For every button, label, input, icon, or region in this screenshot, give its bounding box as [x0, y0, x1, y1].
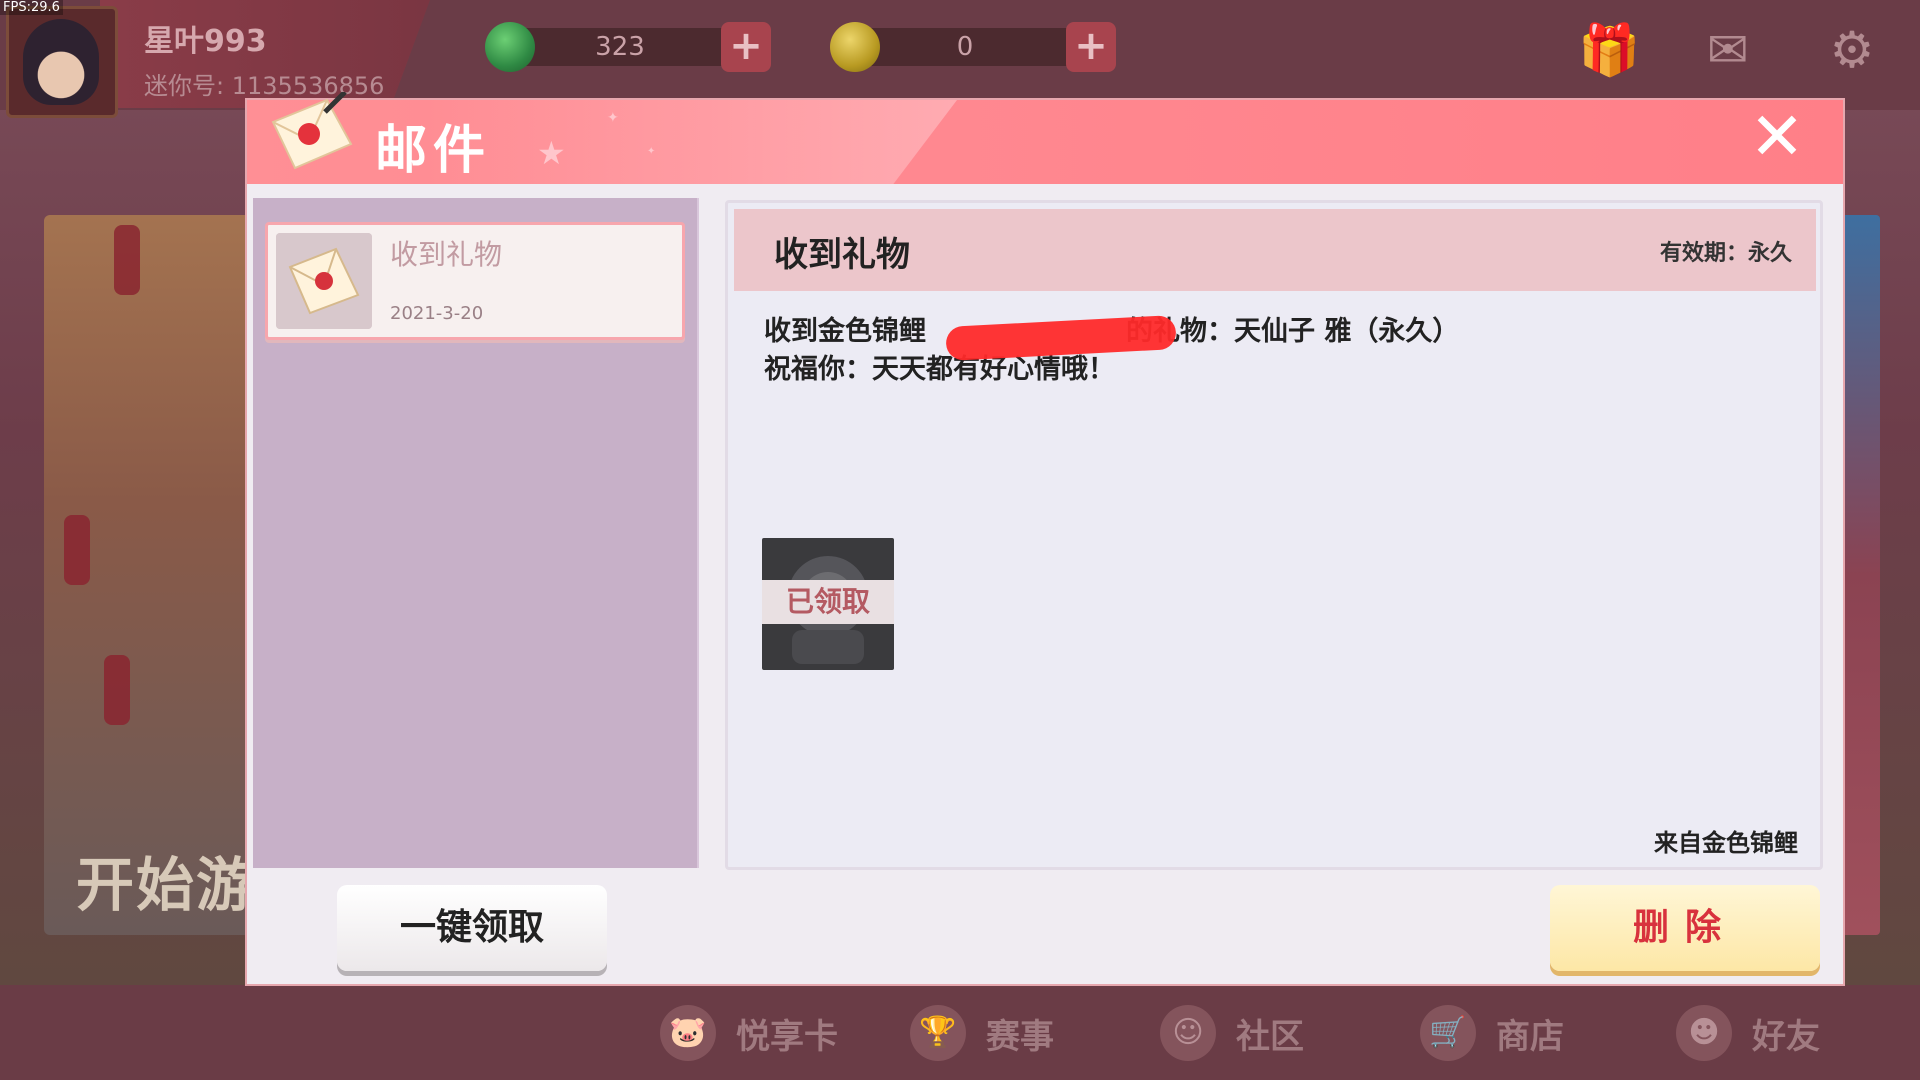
- player-name: 星叶993: [144, 24, 267, 59]
- nav-item-friends[interactable]: ☻ 好友: [1676, 1003, 1820, 1063]
- line1-suffix: 的礼物：天仙子 雅（永久）: [1126, 316, 1460, 347]
- bean-icon: [485, 22, 535, 72]
- reward-status-label: 已领取: [762, 580, 894, 624]
- add-coin-button[interactable]: +: [1066, 22, 1116, 72]
- bean-count: 323: [595, 32, 645, 62]
- coin-count: 0: [956, 32, 974, 62]
- nav-label: 悦享卡: [736, 1016, 838, 1057]
- gift-icon[interactable]: 🎁: [1578, 22, 1640, 78]
- validity-value: 永久: [1747, 241, 1792, 266]
- mail-item-date: 2021-3-20: [390, 303, 484, 324]
- avatar[interactable]: [6, 6, 118, 118]
- nav-label: 好友: [1752, 1016, 1820, 1057]
- mail-dialog: ★ ✦ ✦ 邮件 ✕ 收到礼物 2021-3-20 一键领取 收到礼物 有效期：: [245, 92, 1845, 986]
- star-decoration-icon: ✦: [607, 110, 619, 126]
- star-decoration-icon: ✦: [647, 146, 656, 157]
- nav-item-shop[interactable]: 🛒 商店: [1420, 1003, 1564, 1063]
- dialog-header: ★ ✦ ✦ 邮件 ✕: [247, 92, 1843, 184]
- validity-label: 有效期：: [1659, 241, 1748, 266]
- mail-item-title: 收到礼物: [390, 238, 503, 271]
- trophy-icon: 🏆: [910, 1005, 966, 1061]
- add-bean-button[interactable]: +: [721, 22, 771, 72]
- mail-body-line2: 祝福你：天天都有好心情哦！: [764, 354, 1115, 385]
- background-banner-art: [44, 215, 274, 935]
- bottom-nav: 🐷 悦享卡 🏆 赛事 ☺ 社区 🛒 商店 ☻ 好友: [0, 985, 1920, 1080]
- mail-list: 收到礼物 2021-3-20: [253, 198, 699, 868]
- gear-icon[interactable]: ⚙: [1824, 22, 1880, 78]
- close-button[interactable]: ✕: [1747, 104, 1807, 170]
- tassel-decoration: [64, 515, 90, 585]
- nav-label: 社区: [1236, 1016, 1304, 1057]
- nav-item-community[interactable]: ☺ 社区: [1160, 1003, 1304, 1063]
- delete-button[interactable]: 删除: [1550, 885, 1820, 971]
- tassel-decoration: [114, 225, 140, 295]
- envelope-icon: [271, 92, 353, 170]
- dialog-title: 邮件: [375, 121, 492, 181]
- mail-icon[interactable]: ✉: [1700, 22, 1756, 78]
- coin-icon: [830, 22, 880, 72]
- avatar-face-icon: [23, 19, 99, 105]
- line1-prefix: 收到金色锦鲤: [764, 316, 926, 347]
- header-accent: [427, 100, 957, 184]
- mail-sender: 来自金色锦鲤: [1654, 829, 1798, 857]
- nav-label: 赛事: [986, 1016, 1054, 1057]
- nav-item-events[interactable]: 🏆 赛事: [910, 1003, 1054, 1063]
- star-decoration-icon: ★: [537, 134, 566, 172]
- start-game-text: 开始游: [76, 851, 257, 919]
- nav-label: 商店: [1496, 1016, 1564, 1057]
- mail-detail-header: 收到礼物 有效期：永久: [734, 209, 1816, 291]
- mail-list-item[interactable]: 收到礼物 2021-3-20: [265, 222, 685, 340]
- reward-item[interactable]: 已领取: [762, 538, 894, 670]
- currency-coin: 0 +: [830, 22, 1130, 72]
- nav-item-yuexiang-card[interactable]: 🐷 悦享卡: [660, 1003, 838, 1063]
- tassel-decoration: [104, 655, 130, 725]
- validity-info: 有效期：永久: [1660, 235, 1792, 267]
- currency-bean: 323 +: [485, 22, 785, 72]
- fps-counter: FPS:29.6: [0, 0, 63, 15]
- envelope-thumb-icon: [276, 233, 372, 329]
- mail-detail-title: 收到礼物: [774, 235, 910, 275]
- claim-all-button[interactable]: 一键领取: [337, 885, 607, 971]
- cart-icon: 🛒: [1420, 1005, 1476, 1061]
- friends-icon: ☻: [1676, 1005, 1732, 1061]
- pig-icon: 🐷: [660, 1005, 716, 1061]
- community-icon: ☺: [1160, 1005, 1216, 1061]
- mail-detail: 收到礼物 有效期：永久 收到金色锦鲤 的礼物：天仙子 雅（永久） 祝福你：天天都有…: [725, 200, 1823, 870]
